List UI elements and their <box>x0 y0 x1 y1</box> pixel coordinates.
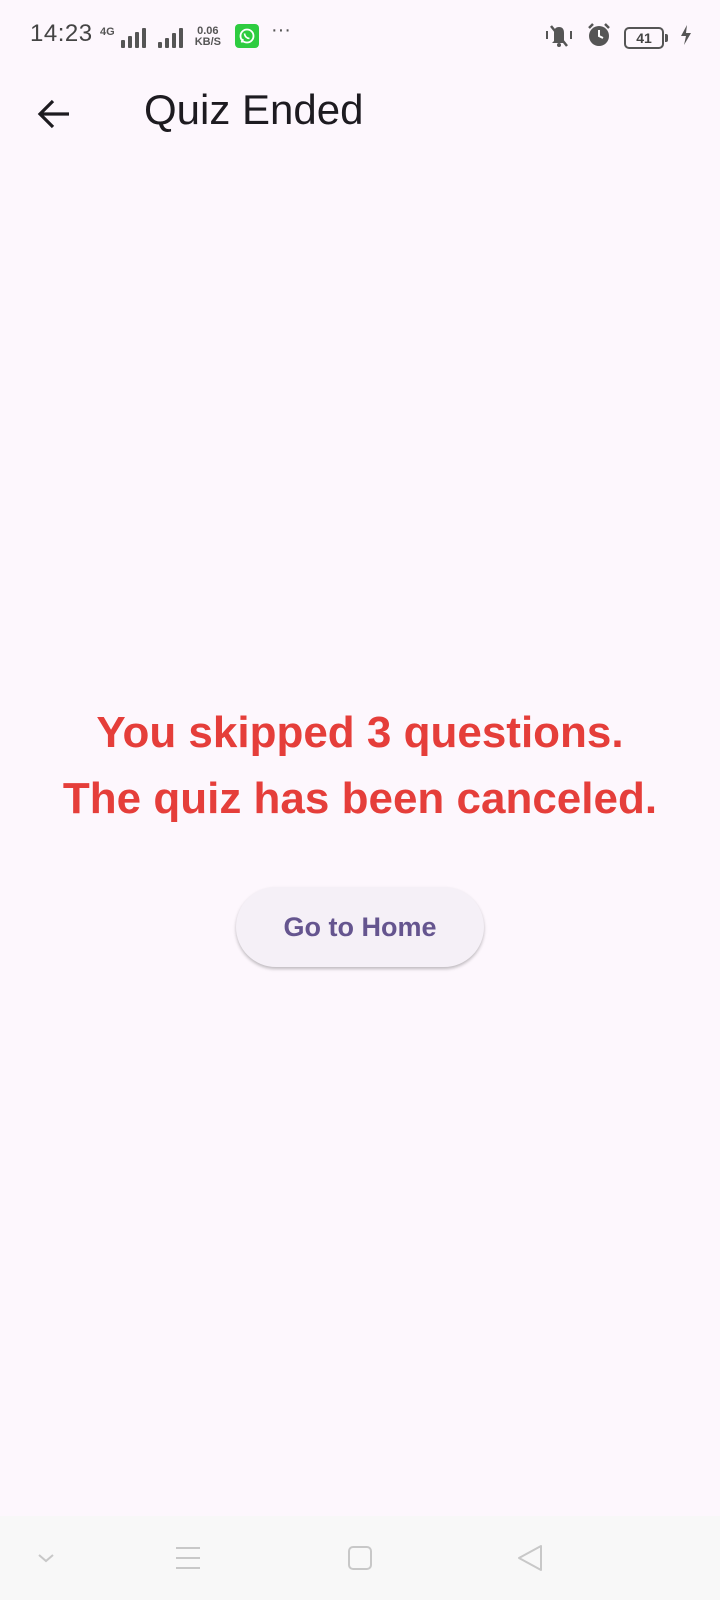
nav-collapse-button[interactable] <box>26 1540 66 1576</box>
network-type: 4G <box>100 26 115 38</box>
menu-icon <box>176 1547 200 1569</box>
nav-home-button[interactable] <box>340 1540 380 1576</box>
status-right-icons: 41 <box>544 22 692 53</box>
charging-icon <box>680 25 692 50</box>
page-title: Quiz Ended <box>144 86 364 133</box>
status-time: 14:23 <box>30 20 93 47</box>
home-square-icon <box>348 1546 372 1570</box>
nav-back-button[interactable] <box>510 1540 550 1576</box>
status-left-icons: 4G 0.06 KB/S ··· <box>100 19 291 48</box>
whatsapp-icon <box>234 24 259 48</box>
triangle-back-icon <box>518 1545 542 1571</box>
signal-icon <box>120 28 146 48</box>
battery-icon: 41 <box>624 26 668 49</box>
speed-unit: KB/S <box>194 36 221 48</box>
message-line-1: You skipped 3 questions. <box>96 708 624 757</box>
go-to-home-button[interactable]: Go to Home <box>236 887 484 967</box>
quiz-canceled-message: You skipped 3 questions. The quiz has be… <box>0 700 720 832</box>
arrow-left-icon <box>37 99 69 129</box>
network-speed: 0.06 KB/S <box>195 26 221 48</box>
app-bar: Quiz Ended <box>0 72 720 152</box>
back-button[interactable] <box>24 84 84 144</box>
more-notifications: ··· <box>270 19 291 41</box>
nav-menu-button[interactable] <box>168 1540 208 1576</box>
chevron-down-icon <box>38 1554 54 1563</box>
status-bar: 14:23 4G 0.06 KB/S ··· 41 <box>0 0 720 72</box>
signal-icon-2 <box>157 28 183 48</box>
alarm-icon <box>586 22 612 53</box>
system-nav-bar <box>0 1516 720 1600</box>
message-line-2: The quiz has been canceled. <box>62 774 658 823</box>
silent-icon <box>544 22 574 53</box>
